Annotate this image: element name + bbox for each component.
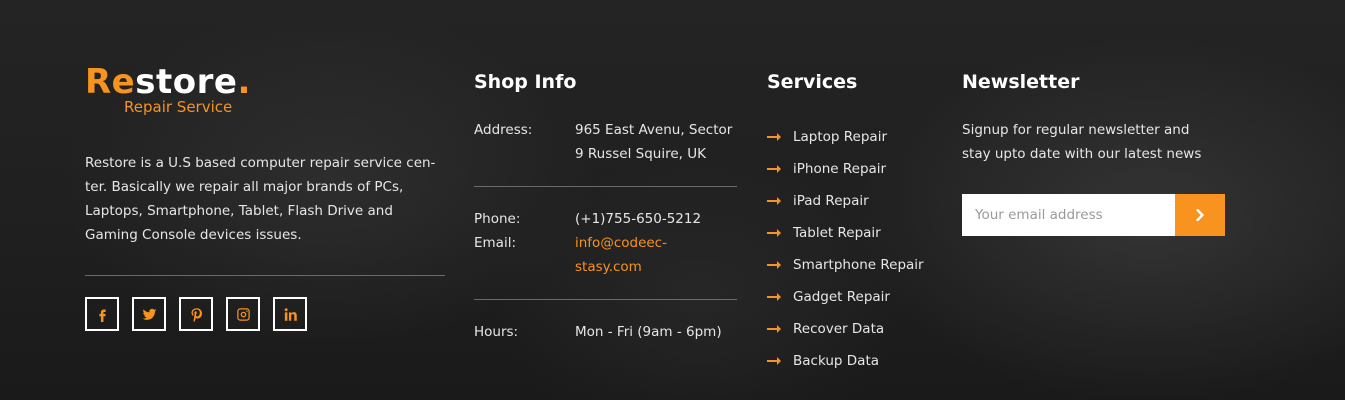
twitter-icon bbox=[142, 308, 156, 320]
service-label: iPad Repair bbox=[793, 193, 869, 209]
service-link-smartphone-repair[interactable]: Smartphone Repair bbox=[767, 249, 924, 281]
arrow-right-icon bbox=[767, 261, 781, 269]
brand-divider bbox=[85, 275, 445, 276]
logo-re: Re bbox=[85, 62, 136, 102]
logo[interactable]: Restore. bbox=[85, 62, 445, 102]
facebook-link[interactable] bbox=[85, 297, 119, 331]
email-link[interactable]: info@codeec- stasy.com bbox=[575, 231, 740, 279]
logo-dot: . bbox=[237, 62, 251, 102]
service-link-laptop-repair[interactable]: Laptop Repair bbox=[767, 121, 924, 153]
service-link-tablet-repair[interactable]: Tablet Repair bbox=[767, 217, 924, 249]
twitter-link[interactable] bbox=[132, 297, 166, 331]
email-label: Email: bbox=[474, 235, 517, 251]
service-label: Recover Data bbox=[793, 321, 885, 337]
services-heading: Services bbox=[767, 71, 858, 93]
newsletter-email-input[interactable] bbox=[962, 194, 1175, 236]
newsletter-text: Signup for regular newsletter and stay u… bbox=[962, 122, 1202, 162]
newsletter-column: Newsletter Signup for regular newsletter… bbox=[962, 0, 1232, 400]
phone-label: Phone: bbox=[474, 211, 521, 227]
social-links bbox=[85, 297, 307, 331]
service-link-backup-data[interactable]: Backup Data bbox=[767, 345, 924, 377]
phone-value: (+1)755-650-5212 bbox=[575, 211, 702, 227]
services-list: Laptop Repair iPhone Repair iPad Repair … bbox=[767, 121, 924, 377]
facebook-icon bbox=[98, 309, 106, 322]
arrow-right-icon bbox=[767, 325, 781, 333]
arrow-right-icon bbox=[767, 197, 781, 205]
address-line-2: 9 Russel Squire, UK bbox=[575, 146, 706, 162]
service-link-iphone-repair[interactable]: iPhone Repair bbox=[767, 153, 924, 185]
service-label: Laptop Repair bbox=[793, 129, 887, 145]
instagram-link[interactable] bbox=[226, 297, 260, 331]
shop-divider-1 bbox=[474, 186, 737, 187]
instagram-icon bbox=[236, 307, 250, 321]
shop-info-heading: Shop Info bbox=[474, 71, 577, 93]
linkedin-link[interactable] bbox=[273, 297, 307, 331]
email-line-1: info@codeec- bbox=[575, 235, 667, 251]
service-label: Backup Data bbox=[793, 353, 880, 369]
chevron-right-icon bbox=[1196, 209, 1204, 221]
newsletter-form bbox=[962, 194, 1225, 236]
arrow-right-icon bbox=[767, 165, 781, 173]
services-column: Services Laptop Repair iPhone Repair iPa… bbox=[767, 0, 947, 400]
service-link-ipad-repair[interactable]: iPad Repair bbox=[767, 185, 924, 217]
brand-column: Restore. Repair Service Restore is a U.S… bbox=[85, 62, 445, 331]
arrow-right-icon bbox=[767, 357, 781, 365]
service-label: Tablet Repair bbox=[793, 225, 881, 241]
address-value: 965 East Avenu, Sector 9 Russel Squire, … bbox=[575, 118, 740, 166]
logo-tagline: Repair Service bbox=[124, 98, 233, 116]
site-footer: Restore. Repair Service Restore is a U.S… bbox=[0, 0, 1345, 400]
newsletter-submit-button[interactable] bbox=[1175, 194, 1225, 236]
about-text: Restore is a U.S based computer repair s… bbox=[85, 155, 436, 243]
arrow-right-icon bbox=[767, 229, 781, 237]
service-link-recover-data[interactable]: Recover Data bbox=[767, 313, 924, 345]
email-line-2: stasy.com bbox=[575, 259, 642, 275]
service-label: Gadget Repair bbox=[793, 289, 890, 305]
pinterest-icon bbox=[191, 307, 202, 322]
linkedin-icon bbox=[284, 307, 297, 321]
arrow-right-icon bbox=[767, 133, 781, 141]
address-label: Address: bbox=[474, 122, 533, 138]
newsletter-heading: Newsletter bbox=[962, 71, 1080, 93]
pinterest-link[interactable] bbox=[179, 297, 213, 331]
service-label: iPhone Repair bbox=[793, 161, 887, 177]
shop-divider-2 bbox=[474, 299, 737, 300]
hours-value: Mon - Fri (9am - 6pm) bbox=[575, 324, 722, 340]
address-line-1: 965 East Avenu, Sector bbox=[575, 122, 733, 138]
shop-info-column: Shop Info Address: 965 East Avenu, Secto… bbox=[474, 0, 739, 400]
arrow-right-icon bbox=[767, 293, 781, 301]
hours-label: Hours: bbox=[474, 324, 519, 340]
service-link-gadget-repair[interactable]: Gadget Repair bbox=[767, 281, 924, 313]
logo-store: store bbox=[135, 62, 238, 102]
service-label: Smartphone Repair bbox=[793, 257, 924, 273]
